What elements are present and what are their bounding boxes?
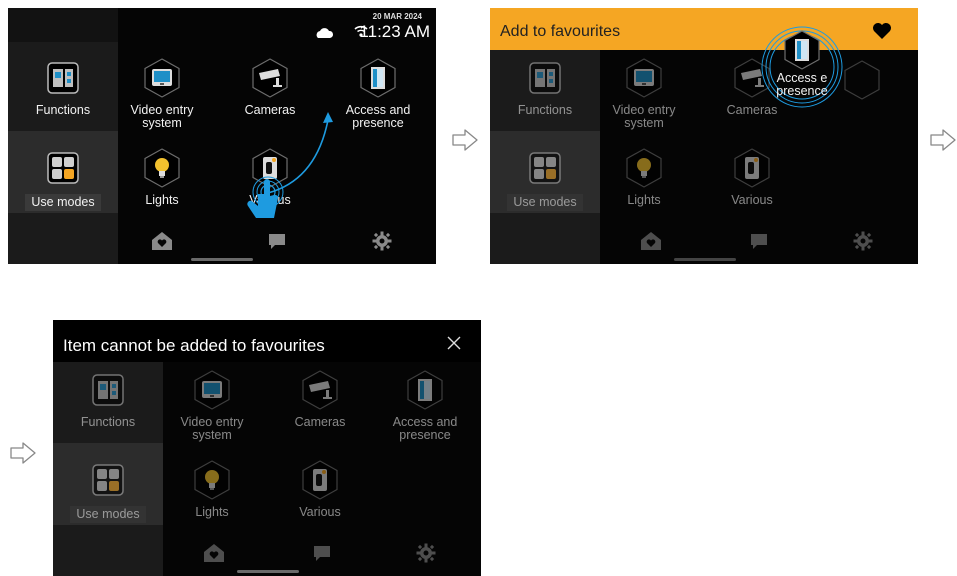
tile-access-label: Access e presence [776,71,828,98]
tile-lights-label: Lights [195,505,229,519]
tile-video-entry-label: Video entry system [612,103,676,130]
tile-access[interactable]: Access and presence [324,58,432,130]
tile-various[interactable]: Various [266,460,374,519]
tile-functions[interactable]: Functions [491,58,599,117]
tile-various-label: Various [299,505,341,519]
dragged-tile-access[interactable]: Access e presence [748,26,856,108]
touch-hand-icon [247,176,284,218]
use-modes-icon [525,148,565,188]
camera-icon [250,58,290,98]
tile-lights[interactable]: Lights [158,460,266,519]
home-heart-icon[interactable] [151,230,173,252]
tile-functions-label: Functions [517,103,573,117]
close-icon[interactable] [447,336,461,350]
tile-lights[interactable]: Lights [108,148,216,207]
home-screen: 20 MAR 2024 11:23 AM Functions Video ent… [8,8,436,264]
cannot-add-screen: Item cannot be added to favourites Funct… [53,320,481,576]
functions-icon [43,58,83,98]
gear-icon[interactable] [371,230,393,252]
tile-access-label: Access and presence [392,415,458,442]
tile-use-modes[interactable]: Use modes [9,148,117,211]
light-bulb-icon [624,148,664,188]
functions-icon [88,370,128,410]
light-bulb-icon [142,148,182,188]
gear-icon[interactable] [852,230,874,252]
tile-use-modes-label: Use modes [25,194,101,211]
home-indicator [237,570,299,573]
door-icon [358,58,398,98]
tile-video-entry[interactable]: Video entry system [158,370,266,442]
tile-functions-label: Functions [80,415,136,429]
home-indicator [191,258,253,261]
use-modes-icon [43,148,83,188]
gear-icon[interactable] [415,542,437,564]
tile-access-label: Access and presence [345,103,411,130]
tile-use-modes[interactable]: Use modes [491,148,599,211]
tile-access[interactable]: Access and presence [371,370,479,442]
tile-video-entry-label: Video entry system [180,415,244,442]
tile-various[interactable]: Various [698,148,806,207]
time-label: 11:23 AM [359,22,430,41]
home-heart-icon[interactable] [203,542,225,564]
next-arrow-icon [929,128,957,152]
tile-cameras[interactable]: Cameras [266,370,374,429]
heart-icon[interactable] [872,22,892,40]
date-label: 20 MAR 2024 [372,12,422,21]
header-title: Item cannot be added to favourites [63,336,325,355]
video-entry-icon [142,58,182,98]
camera-icon [300,370,340,410]
status-bar: 20 MAR 2024 11:23 AM [136,8,436,42]
next-arrow-icon [9,441,37,465]
tile-functions[interactable]: Functions [54,370,162,429]
tile-functions[interactable]: Functions [9,58,117,117]
add-favourites-screen: Add to favourites Functions Video entry … [490,8,918,264]
door-icon [782,30,822,70]
error-header: Item cannot be added to favourites [53,320,481,362]
header-title: Add to favourites [500,23,621,40]
tile-video-entry[interactable]: Video entry system [590,58,698,130]
functions-icon [525,58,565,98]
home-indicator [674,258,736,261]
chat-icon[interactable] [748,230,770,252]
tile-cameras-label: Cameras [294,415,346,429]
video-entry-icon [624,58,664,98]
tile-lights-label: Lights [145,193,179,207]
tile-use-modes[interactable]: Use modes [54,460,162,523]
tile-functions-label: Functions [35,103,91,117]
tile-use-modes-label: Use modes [70,506,146,523]
tile-lights[interactable]: Lights [590,148,698,207]
tile-video-entry[interactable]: Video entry system [108,58,216,130]
use-modes-icon [88,460,128,500]
tile-use-modes-label: Use modes [507,194,583,211]
tile-video-entry-label: Video entry system [130,103,194,130]
video-entry-icon [192,370,232,410]
chat-icon[interactable] [311,542,333,564]
chat-icon[interactable] [266,230,288,252]
cloud-icon [316,28,334,38]
tile-various-label: Various [731,193,773,207]
various-icon [300,460,340,500]
light-bulb-icon [192,460,232,500]
various-icon [732,148,772,188]
next-arrow-icon [451,128,479,152]
home-heart-icon[interactable] [640,230,662,252]
door-icon [405,370,445,410]
tile-lights-label: Lights [627,193,661,207]
